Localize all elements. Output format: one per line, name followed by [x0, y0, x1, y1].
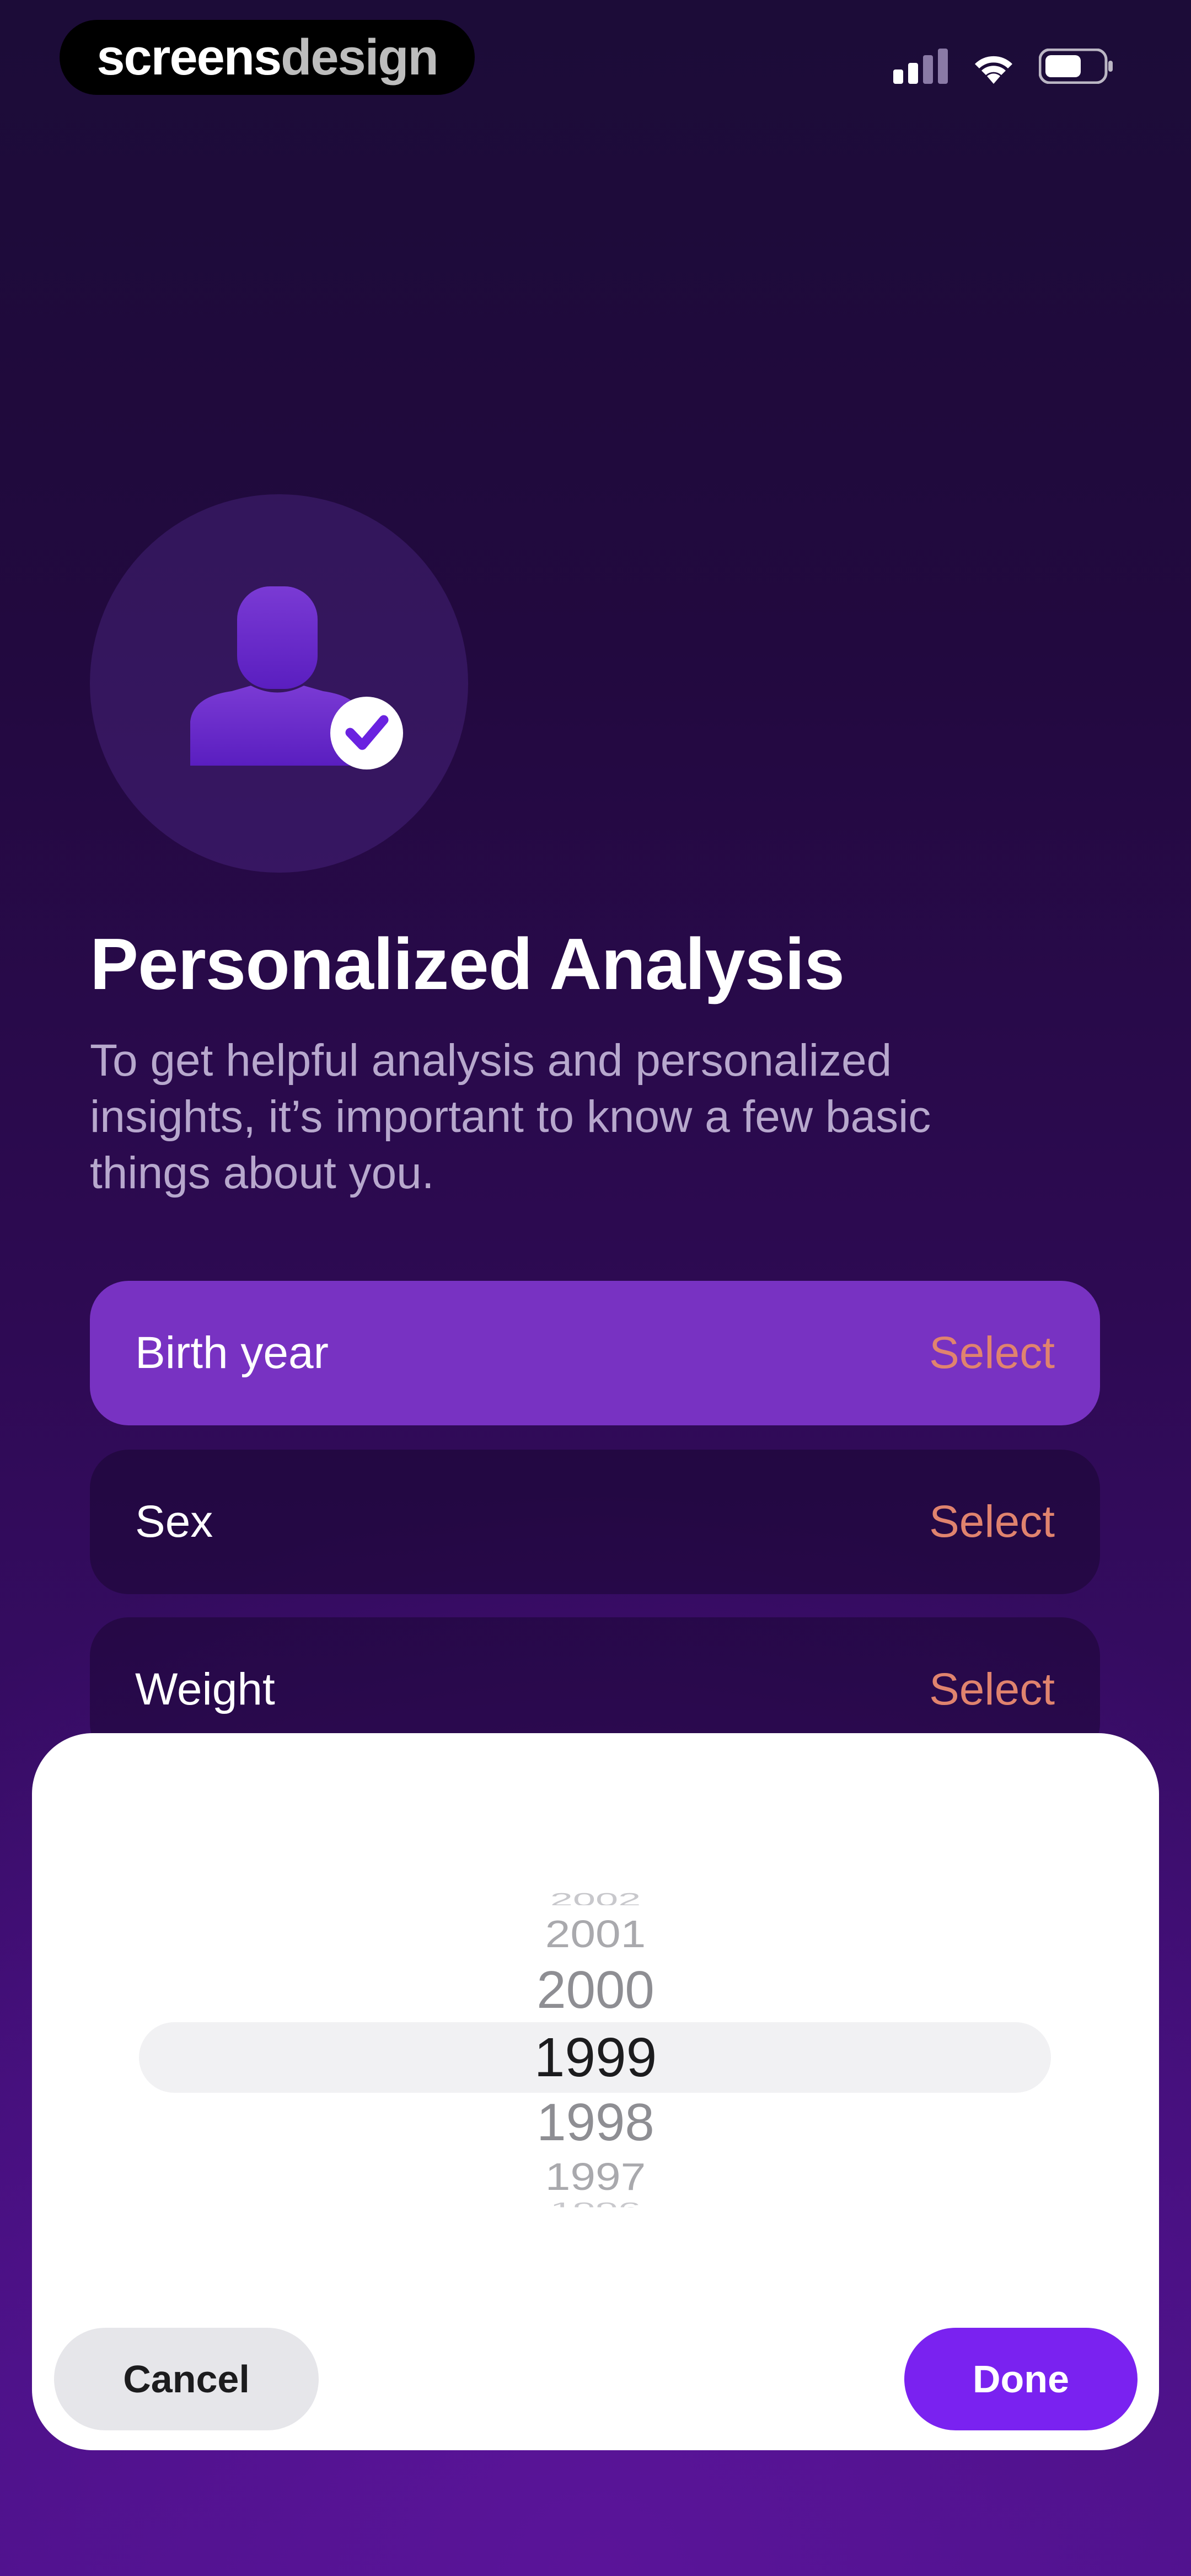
picker-year-option[interactable]: 2000 — [32, 1963, 1159, 2018]
status-bar — [893, 49, 1114, 84]
user-verified-icon — [190, 586, 403, 769]
cancel-button[interactable]: Cancel — [54, 2328, 319, 2430]
battery-icon — [1039, 49, 1113, 84]
sex-row[interactable]: Sex Select — [90, 1450, 1100, 1594]
birth-year-select[interactable]: Select — [929, 1327, 1055, 1379]
wifi-icon — [975, 56, 1012, 84]
picker-year-option[interactable]: 1997 — [32, 2156, 1159, 2199]
picker-year-option[interactable]: 1996 — [32, 2200, 1159, 2208]
birth-year-row[interactable]: Birth year Select — [90, 1281, 1100, 1425]
weight-label: Weight — [135, 1664, 275, 1714]
picker-year-option[interactable]: 2001 — [32, 1913, 1159, 1956]
weight-select[interactable]: Select — [929, 1664, 1055, 1715]
picker-year-option[interactable]: 1998 — [32, 2095, 1159, 2150]
picker-year-option[interactable]: 2002 — [32, 1890, 1159, 1905]
year-picker-sheet: 2002 2001 2000 1999 1998 1997 1996 Cance… — [32, 1733, 1159, 2450]
sex-label: Sex — [135, 1497, 213, 1547]
page-subtitle: To get helpful analysis and personalized… — [90, 1035, 931, 1198]
screensdesign-logo: screens design — [60, 20, 475, 95]
done-button[interactable]: Done — [904, 2328, 1138, 2430]
sex-select[interactable]: Select — [929, 1496, 1055, 1548]
picker-year-selected[interactable]: 1999 — [32, 2029, 1159, 2086]
page-title: Personalized Analysis — [90, 923, 845, 1004]
birth-year-label: Birth year — [135, 1328, 329, 1378]
cellular-signal-icon — [893, 49, 948, 84]
